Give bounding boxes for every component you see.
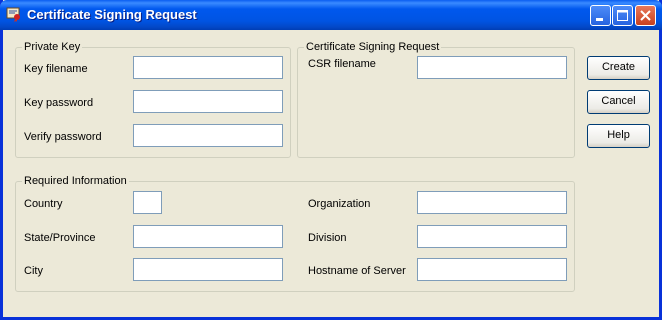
dialog-window: Certificate Signing Request Private Key … [0,0,662,320]
private-key-legend: Private Key [24,41,81,53]
maximize-icon [617,10,628,21]
key-filename-input[interactable] [133,56,283,79]
division-input[interactable] [417,225,567,248]
organization-input[interactable] [417,191,567,214]
key-filename-label: Key filename [24,63,88,75]
verify-password-input[interactable] [133,124,283,147]
city-label: City [24,265,43,277]
city-input[interactable] [133,258,283,281]
close-button[interactable] [635,5,656,26]
division-label: Division [308,232,347,244]
hostname-input[interactable] [417,258,567,281]
help-button[interactable]: Help [587,124,650,148]
minimize-icon [596,18,603,21]
csr-filename-input[interactable] [417,56,567,79]
csr-filename-label: CSR filename [308,58,376,70]
country-input[interactable] [133,191,162,214]
maximize-button[interactable] [612,5,633,26]
cancel-button[interactable]: Cancel [587,90,650,114]
csr-legend: Certificate Signing Request [306,41,440,53]
key-password-input[interactable] [133,90,283,113]
title-bar[interactable]: Certificate Signing Request [0,0,662,30]
country-label: Country [24,198,63,210]
key-password-label: Key password [24,97,94,109]
certificate-app-icon [6,6,22,22]
state-province-input[interactable] [133,225,283,248]
minimize-button[interactable] [590,5,611,26]
create-button[interactable]: Create [587,56,650,80]
organization-label: Organization [308,198,371,210]
verify-password-label: Verify password [24,131,102,143]
hostname-label: Hostname of Server [308,265,406,277]
required-information-legend: Required Information [24,175,127,187]
window-title: Certificate Signing Request [27,7,197,22]
close-icon [640,10,651,21]
state-province-label: State/Province [24,232,96,244]
